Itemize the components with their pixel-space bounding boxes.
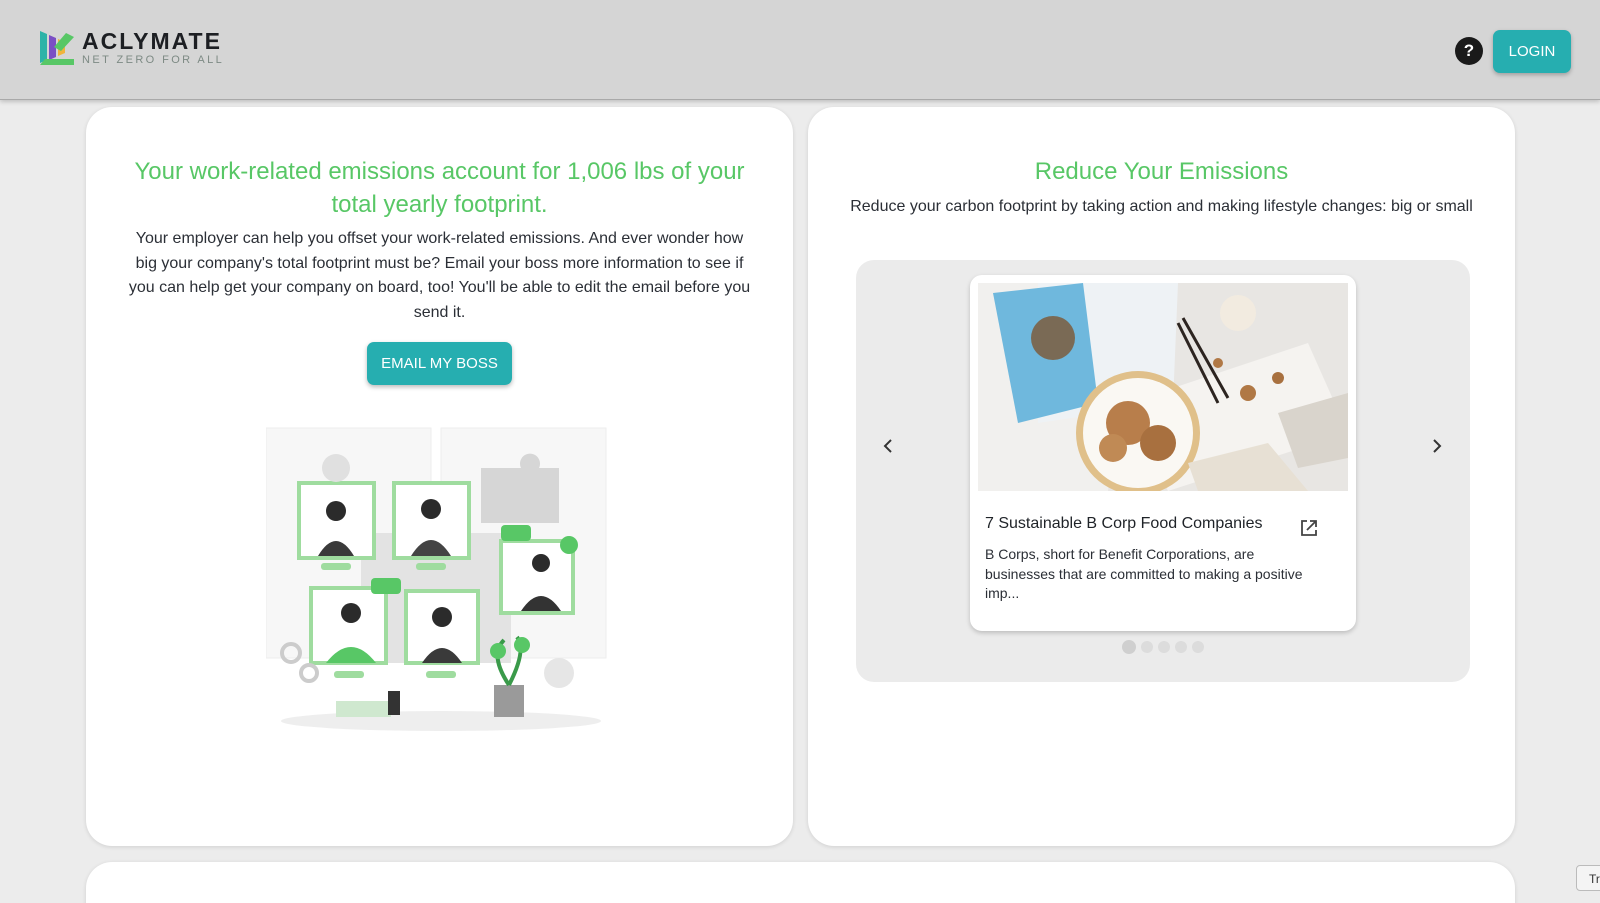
reduce-emissions-headline: Reduce Your Emissions [1034, 158, 1289, 185]
brand-name: ACLYMATE [82, 28, 222, 54]
reduce-emissions-card: Reduce Your Emissions Reduce your carbon… [808, 107, 1515, 846]
chevron-right-icon[interactable] [1427, 434, 1447, 458]
email-my-boss-button[interactable]: EMAIL MY BOSS [367, 342, 512, 385]
aclymate-logo[interactable]: ACLYMATE NET ZERO FOR ALL [40, 30, 224, 66]
tips-carousel: 7 Sustainable B Corp Food Companies B Co… [856, 260, 1470, 682]
reduce-emissions-description: Reduce your carbon footprint by taking a… [850, 198, 1473, 215]
logo-mark-icon [40, 31, 74, 65]
carousel-pagination [856, 640, 1470, 654]
work-emissions-card: Your work-related emissions account for … [86, 107, 793, 846]
article-slide[interactable]: 7 Sustainable B Corp Food Companies B Co… [970, 275, 1356, 631]
carousel-dot-2[interactable] [1141, 641, 1153, 653]
carousel-dot-5[interactable] [1192, 641, 1204, 653]
article-description: B Corps, short for Benefit Corporations,… [985, 546, 1303, 601]
chevron-left-icon[interactable] [878, 434, 898, 458]
carousel-dot-1[interactable] [1122, 640, 1136, 654]
login-button[interactable]: LOGIN [1493, 30, 1571, 73]
external-link-icon[interactable] [1299, 518, 1319, 538]
next-section-card [86, 862, 1515, 903]
article-title[interactable]: 7 Sustainable B Corp Food Companies [985, 515, 1263, 533]
work-emissions-headline: Your work-related emissions account for … [134, 158, 745, 218]
team-video-call-illustration [265, 423, 616, 743]
carousel-dot-3[interactable] [1158, 641, 1170, 653]
translate-tab[interactable]: Tr [1576, 865, 1600, 891]
granola-photo [978, 283, 1348, 491]
help-button[interactable]: ? [1455, 37, 1483, 65]
top-bar: ACLYMATE NET ZERO FOR ALL ? LOGIN [0, 0, 1600, 100]
work-emissions-description: Your employer can help you offset your w… [128, 230, 751, 321]
carousel-dot-4[interactable] [1175, 641, 1187, 653]
brand-tagline: NET ZERO FOR ALL [82, 54, 225, 66]
